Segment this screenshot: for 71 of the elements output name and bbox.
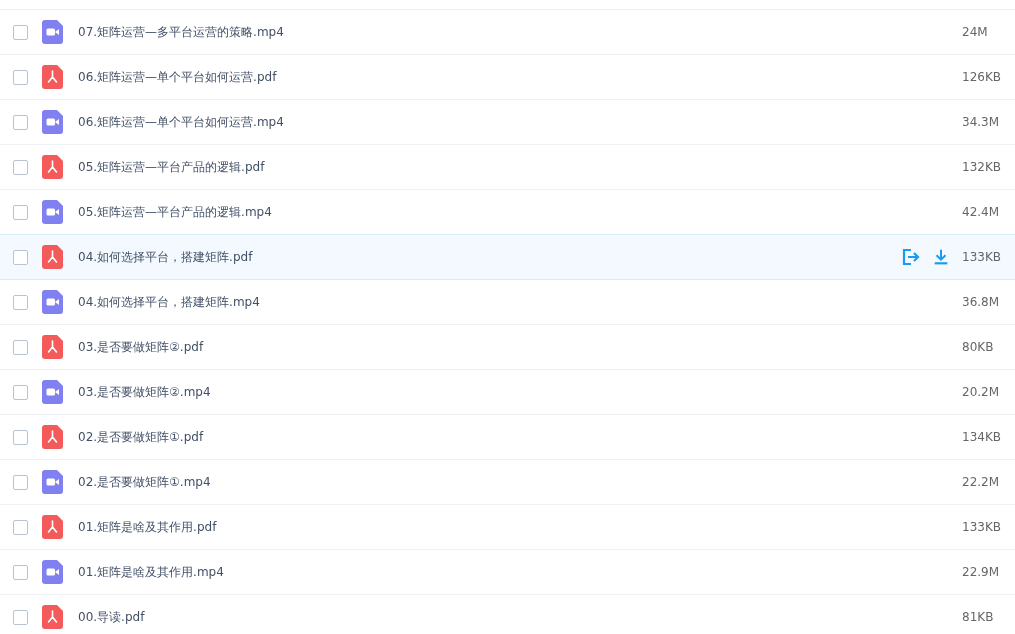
file-name[interactable]: 04.如何选择平台，搭建矩阵.mp4 bbox=[78, 293, 962, 311]
video-file-icon bbox=[42, 470, 63, 494]
file-size: 81KB bbox=[962, 610, 995, 624]
file-size: 34.3M bbox=[962, 115, 1001, 129]
video-file-icon bbox=[42, 560, 63, 584]
checkbox[interactable] bbox=[13, 384, 28, 400]
file-size: 20.2M bbox=[962, 385, 1001, 399]
file-name[interactable]: 04.如何选择平台，搭建矩阵.pdf bbox=[78, 248, 900, 266]
file-row[interactable]: 03.是否要做矩阵②.mp4 20.2M bbox=[0, 370, 1015, 415]
video-file-icon bbox=[42, 290, 63, 314]
share-icon[interactable] bbox=[900, 247, 920, 267]
checkbox[interactable] bbox=[13, 429, 28, 445]
file-row[interactable]: 02.是否要做矩阵①.pdf 134KB bbox=[0, 415, 1015, 460]
file-row[interactable]: 00.导读.pdf 81KB bbox=[0, 595, 1015, 634]
file-name[interactable]: 06.矩阵运营—单个平台如何运营.mp4 bbox=[78, 113, 962, 131]
file-row[interactable]: 06.矩阵运营—单个平台如何运营.pdf 126KB bbox=[0, 55, 1015, 100]
video-file-icon bbox=[42, 380, 63, 404]
checkbox[interactable] bbox=[13, 609, 28, 625]
video-file-icon bbox=[42, 20, 63, 44]
checkbox[interactable] bbox=[13, 564, 28, 580]
checkbox[interactable] bbox=[13, 294, 28, 310]
file-name[interactable]: 07.矩阵运营—多平台运营的策略.mp4 bbox=[78, 23, 962, 41]
file-row[interactable]: 02.是否要做矩阵①.mp4 22.2M bbox=[0, 460, 1015, 505]
checkbox[interactable] bbox=[13, 249, 28, 265]
file-name[interactable]: 05.矩阵运营—平台产品的逻辑.pdf bbox=[78, 158, 962, 176]
file-row[interactable]: 01.矩阵是啥及其作用.pdf 133KB bbox=[0, 505, 1015, 550]
file-row[interactable]: 01.矩阵是啥及其作用.mp4 22.9M bbox=[0, 550, 1015, 595]
pdf-file-icon bbox=[42, 425, 63, 449]
file-name[interactable]: 03.是否要做矩阵②.pdf bbox=[78, 338, 962, 356]
file-row[interactable]: 05.矩阵运营—平台产品的逻辑.pdf 132KB bbox=[0, 145, 1015, 190]
file-name[interactable]: 05.矩阵运营—平台产品的逻辑.mp4 bbox=[78, 203, 962, 221]
checkbox[interactable] bbox=[13, 159, 28, 175]
file-row[interactable]: 04.如何选择平台，搭建矩阵.pdf 133KB bbox=[0, 234, 1015, 280]
file-size: 80KB bbox=[962, 340, 995, 354]
file-name[interactable]: 06.矩阵运营—单个平台如何运营.pdf bbox=[78, 68, 962, 86]
file-size: 133KB bbox=[962, 250, 1002, 264]
checkbox[interactable] bbox=[13, 204, 28, 220]
file-name[interactable]: 01.矩阵是啥及其作用.pdf bbox=[78, 518, 962, 536]
file-name[interactable]: 02.是否要做矩阵①.mp4 bbox=[78, 473, 962, 491]
checkbox[interactable] bbox=[13, 339, 28, 355]
file-row[interactable]: 03.是否要做矩阵②.pdf 80KB bbox=[0, 325, 1015, 370]
checkbox[interactable] bbox=[13, 474, 28, 490]
file-size: 24M bbox=[962, 25, 989, 39]
file-size: 22.2M bbox=[962, 475, 1001, 489]
pdf-file-icon bbox=[42, 605, 63, 629]
checkbox[interactable] bbox=[13, 519, 28, 535]
checkbox[interactable] bbox=[13, 24, 28, 40]
pdf-file-icon bbox=[42, 155, 63, 179]
pdf-file-icon bbox=[42, 245, 63, 269]
file-row[interactable]: 06.矩阵运营—单个平台如何运营.mp4 34.3M bbox=[0, 100, 1015, 145]
file-size: 22.9M bbox=[962, 565, 1001, 579]
pdf-file-icon bbox=[42, 335, 63, 359]
file-size: 126KB bbox=[962, 70, 1002, 84]
pdf-file-icon bbox=[42, 515, 63, 539]
download-icon[interactable] bbox=[932, 248, 950, 266]
file-name[interactable]: 03.是否要做矩阵②.mp4 bbox=[78, 383, 962, 401]
file-name[interactable]: 02.是否要做矩阵①.pdf bbox=[78, 428, 962, 446]
video-file-icon bbox=[42, 110, 63, 134]
file-size: 133KB bbox=[962, 520, 1002, 534]
file-name[interactable]: 01.矩阵是啥及其作用.mp4 bbox=[78, 563, 962, 581]
file-row[interactable]: 07.矩阵运营—多平台运营的策略.mp4 24M bbox=[0, 10, 1015, 55]
file-size: 134KB bbox=[962, 430, 1002, 444]
checkbox[interactable] bbox=[13, 114, 28, 130]
file-size: 36.8M bbox=[962, 295, 1001, 309]
checkbox[interactable] bbox=[13, 69, 28, 85]
file-name[interactable]: 00.导读.pdf bbox=[78, 608, 962, 626]
pdf-file-icon bbox=[42, 65, 63, 89]
file-size: 42.4M bbox=[962, 205, 1001, 219]
file-row[interactable]: 04.如何选择平台，搭建矩阵.mp4 36.8M bbox=[0, 280, 1015, 325]
file-size: 132KB bbox=[962, 160, 1002, 174]
video-file-icon bbox=[42, 200, 63, 224]
